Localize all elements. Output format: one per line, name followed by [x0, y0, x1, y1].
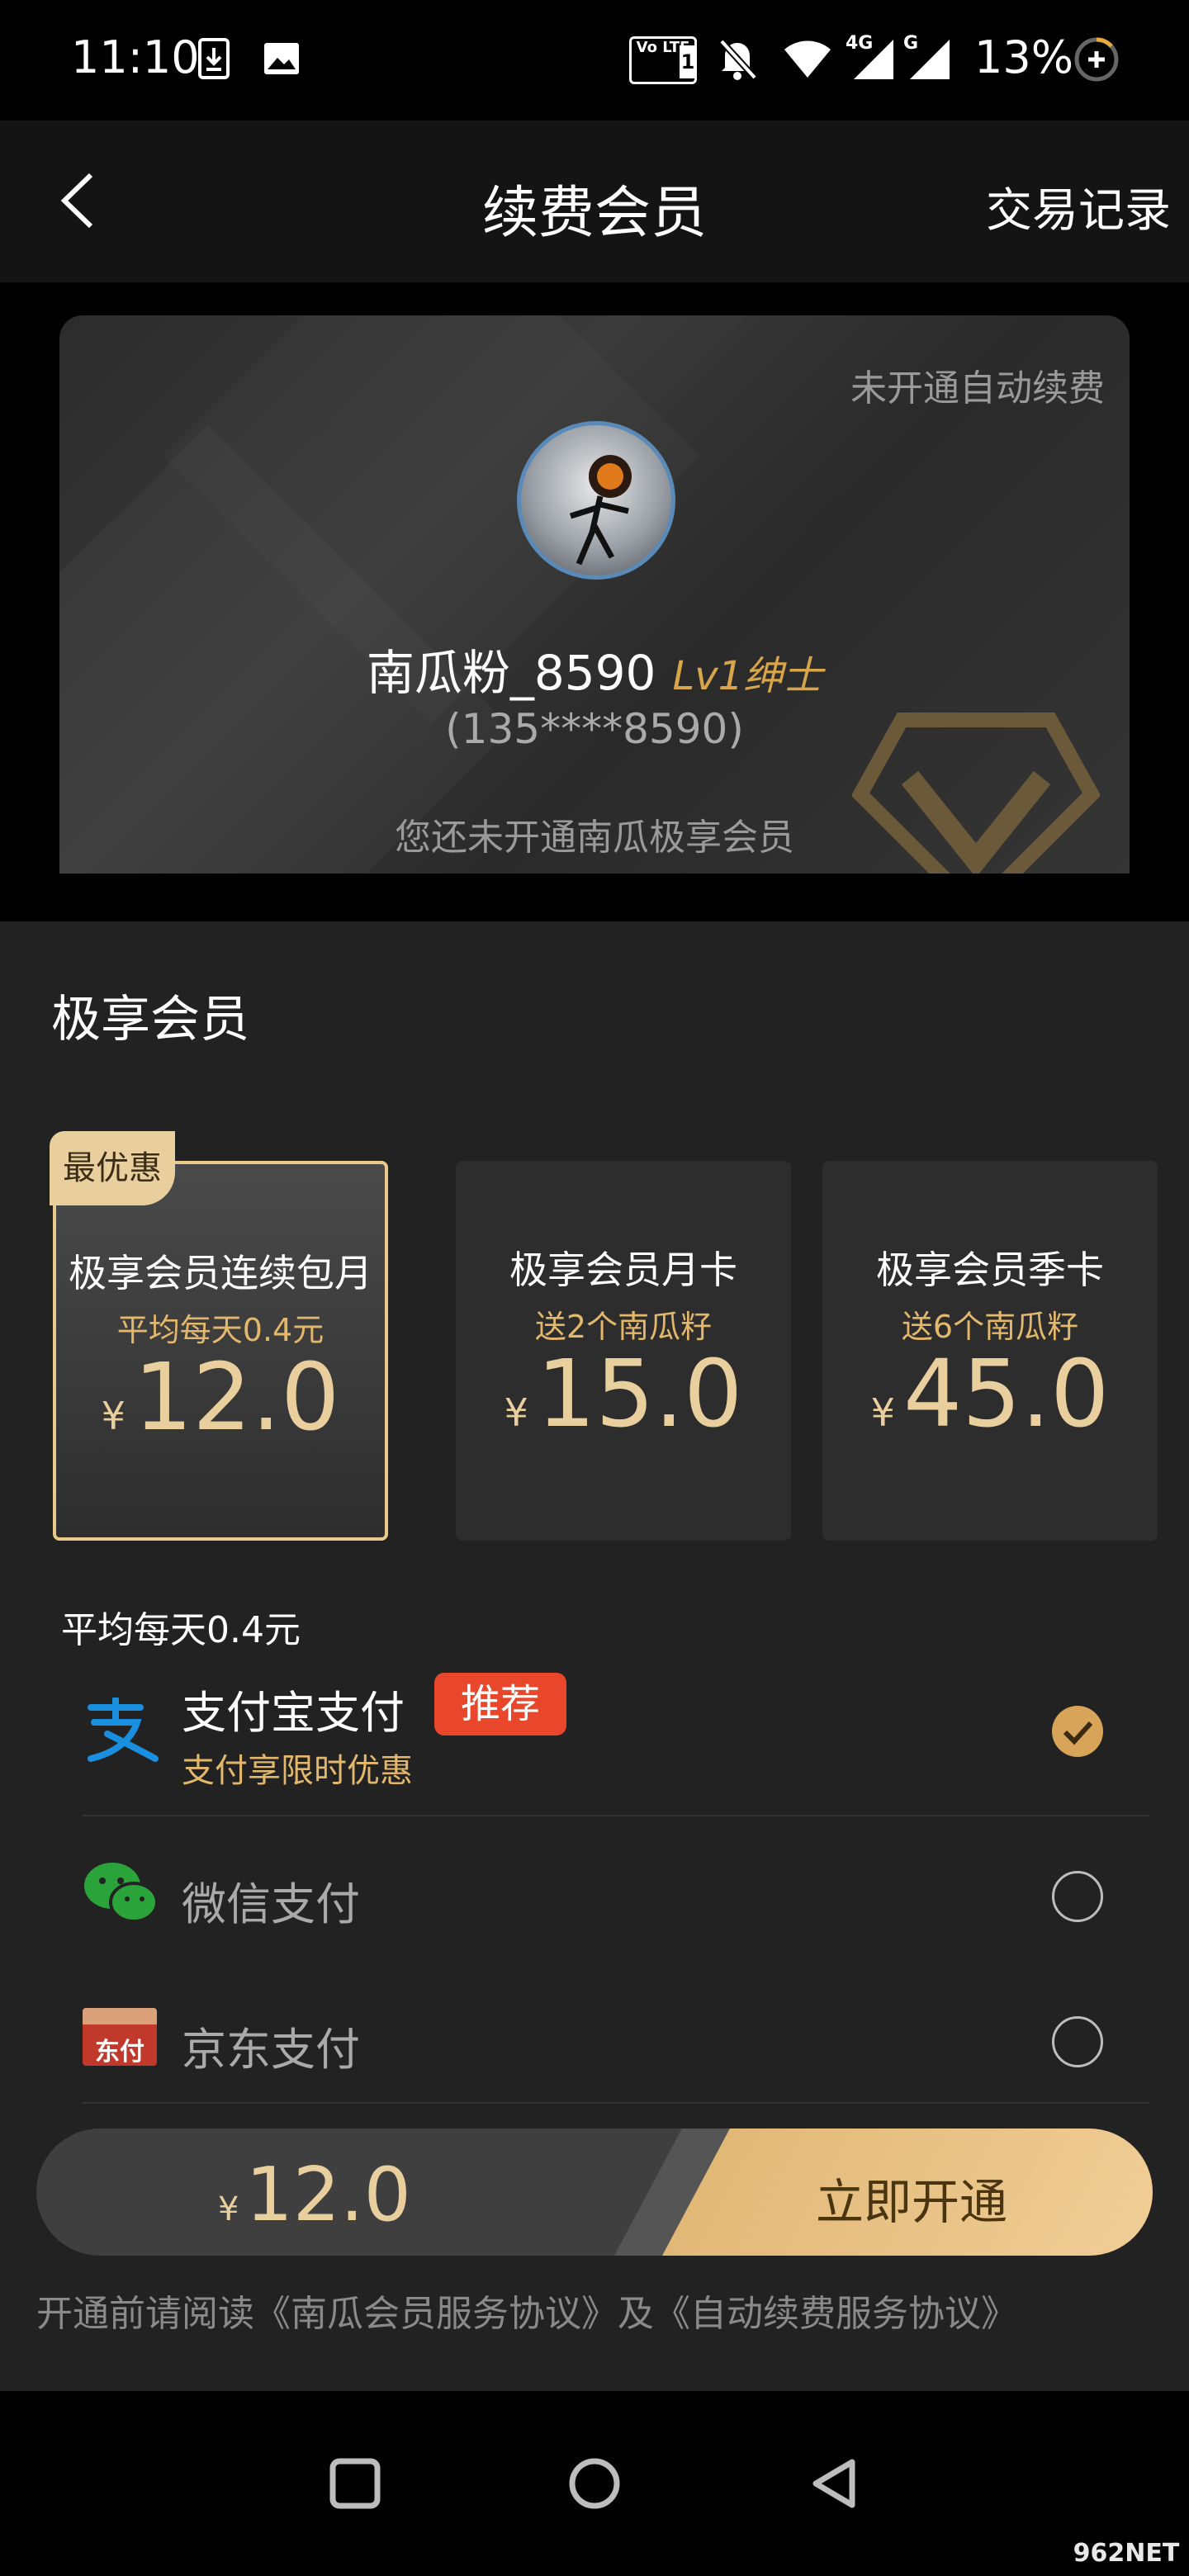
best-deal-badge: 最优惠: [50, 1131, 175, 1205]
section-title: 极享会员: [51, 991, 249, 1049]
level-badge: Lv1绅士: [672, 653, 823, 699]
battery-saver-icon: [1074, 37, 1119, 82]
plan-subtitle: 送2个南瓜籽: [534, 1309, 713, 1345]
total-price-value: 12.0: [245, 2152, 411, 2238]
payment-name: 京东支付: [182, 2024, 360, 2076]
avatar-image: [569, 455, 632, 566]
divider: [83, 1815, 1149, 1816]
recents-square-icon[interactable]: [329, 2457, 381, 2510]
activate-now-button[interactable]: 立即开通: [722, 2163, 1101, 2233]
plan-price-value: 12.0: [133, 1344, 340, 1451]
plan-name: 极享会员季卡: [876, 1248, 1104, 1292]
currency-symbol: ¥: [101, 1394, 126, 1438]
plan-price-value: 45.0: [902, 1341, 1110, 1448]
payment-promo: 支付享限时优惠: [182, 1752, 413, 1790]
plan-price: ¥15.0: [456, 1341, 791, 1448]
average-daily-note: 平均每天0.4元: [61, 1609, 301, 1651]
check-icon: [1063, 1721, 1093, 1745]
plan-card-monthly-auto[interactable]: 最优惠 极享会员连续包月 平均每天0.4元 ¥12.0: [50, 1131, 388, 1541]
wechat-icon: [84, 1863, 159, 1923]
plan-price-value: 15.0: [536, 1341, 743, 1448]
currency-symbol: ¥: [504, 1390, 528, 1435]
wifi-icon: [784, 40, 831, 78]
plan-name: 极享会员月卡: [509, 1248, 737, 1292]
transaction-records-link[interactable]: 交易记录: [986, 173, 1171, 240]
payment-option-wechat[interactable]: 微信支付: [83, 1838, 1139, 1953]
home-circle-icon[interactable]: [568, 2457, 621, 2510]
plan-price: ¥12.0: [56, 1344, 385, 1451]
download-icon: [198, 38, 230, 79]
volte-icon: Vo LTE 1: [629, 36, 697, 84]
avatar[interactable]: [517, 421, 675, 580]
back-triangle-icon[interactable]: [809, 2457, 862, 2510]
mute-icon: [719, 39, 757, 80]
jd-pay-icon: 东付: [83, 2008, 157, 2066]
battery-percent: 13%: [974, 31, 1074, 83]
plan-price: ¥45.0: [822, 1341, 1158, 1448]
payment-radio[interactable]: [1052, 2016, 1103, 2067]
agreement-links[interactable]: 开通前请阅读《南瓜会员服务协议》及《自动续费服务协议》: [36, 2284, 1017, 2337]
plan-name: 极享会员连续包月: [69, 1251, 372, 1295]
payment-name: 微信支付: [182, 1878, 360, 1930]
top-nav-bar: 续费会员 交易记录: [0, 121, 1189, 284]
currency-symbol: ¥: [870, 1390, 895, 1435]
plan-subtitle: 送6个南瓜籽: [901, 1309, 1079, 1345]
pay-bar: ¥12.0 立即开通: [36, 2129, 1153, 2256]
signal-4g-icon: [854, 40, 893, 79]
vip-diamond-logo: [852, 713, 1100, 874]
auto-renew-status: 未开通自动续费: [850, 367, 1105, 410]
jd-logo-text: 东付: [95, 2038, 144, 2066]
payment-name: 支付宝支付: [182, 1687, 405, 1739]
system-nav-bar: 962NET: [0, 2391, 1189, 2576]
signal-g-icon: [910, 40, 950, 79]
payment-radio[interactable]: [1052, 1871, 1103, 1922]
divider: [83, 2102, 1149, 2104]
alipay-icon: [88, 1698, 159, 1762]
plan-subtitle: 平均每天0.4元: [116, 1312, 324, 1348]
plan-card-monthly[interactable]: 极享会员月卡 送2个南瓜籽 ¥15.0: [456, 1161, 791, 1541]
payment-radio-selected[interactable]: [1052, 1706, 1103, 1757]
username: 南瓜粉_8590: [366, 645, 656, 701]
currency-symbol: ¥: [218, 2190, 239, 2228]
watermark: 962NET: [1068, 2535, 1184, 2573]
member-card: 未开通自动续费 南瓜粉_8590 Lv1绅士 (135****8590) 您还未开…: [59, 315, 1130, 874]
sim-number: 1: [680, 45, 696, 78]
status-bar: 11:10 Vo LTE 1 4G G 13%: [0, 0, 1189, 121]
recommended-tag: 推荐: [434, 1673, 566, 1735]
payment-option-jd[interactable]: 东付 京东支付: [83, 1983, 1139, 2099]
plan-card-quarterly[interactable]: 极享会员季卡 送6个南瓜籽 ¥45.0: [822, 1161, 1158, 1541]
total-price: ¥12.0: [218, 2152, 411, 2238]
status-time: 11:10: [71, 31, 200, 83]
image-icon: [264, 43, 299, 74]
username-row: 南瓜粉_8590 Lv1绅士: [59, 634, 1130, 703]
payment-option-alipay[interactable]: 支付宝支付 推荐 支付享限时优惠: [83, 1673, 1139, 1797]
